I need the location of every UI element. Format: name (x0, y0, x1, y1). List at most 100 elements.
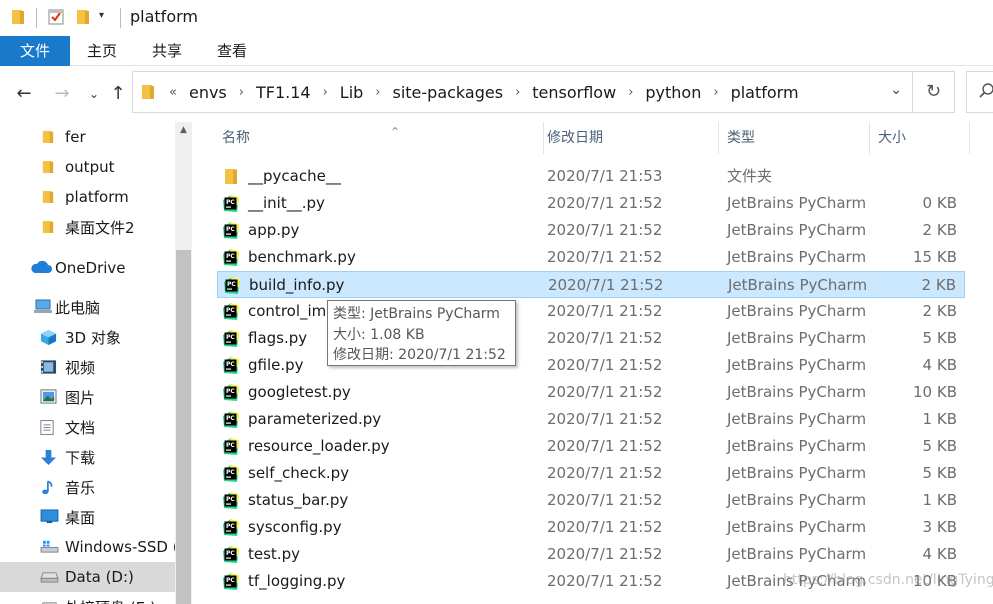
sidebar-item-label: 3D 对象 (65, 328, 121, 347)
file-size: 5 KB (922, 329, 957, 347)
table-row[interactable]: PC resource_loader.py 2020/7/1 21:52 JetBra… (217, 433, 965, 460)
file-name: __pycache__ (248, 167, 341, 185)
sidebar-item[interactable]: Data (D:) (0, 562, 175, 592)
sidebar-item[interactable]: 视频 (0, 352, 175, 382)
sidebar-item[interactable]: OneDrive (0, 253, 175, 283)
sidebar-item[interactable]: 此电脑 (0, 292, 175, 322)
sidebar-item-label: 音乐 (65, 478, 96, 497)
table-row[interactable]: PC app.py 2020/7/1 21:52 JetBrains PyCharm 2… (217, 217, 965, 244)
table-row[interactable]: PC build_info.py 2020/7/1 21:52 JetBrains P… (217, 271, 965, 298)
svg-text:PC: PC (226, 550, 235, 557)
file-name: app.py (248, 221, 300, 239)
table-row[interactable]: PC status_bar.py 2020/7/1 21:52 JetBrains P… (217, 487, 965, 514)
search-input[interactable] (966, 71, 993, 113)
sidebar-item[interactable]: 下载 (0, 442, 175, 472)
pycharm-file-icon: PC (221, 194, 240, 213)
svg-text:PC: PC (226, 523, 235, 530)
back-arrow-icon[interactable]: ← (12, 82, 36, 106)
sidebar-item-label: Data (D:) (65, 568, 134, 586)
refresh-button[interactable]: ↻ (913, 71, 955, 113)
sidebar-item[interactable]: 文档 (0, 412, 175, 442)
pycharm-file-icon: PC (221, 221, 240, 240)
column-header-date[interactable]: 修改日期 (539, 122, 719, 154)
address-bar[interactable]: « envs › TF1.14 › Lib › site-packages › … (132, 71, 913, 113)
folder-icon (141, 84, 155, 100)
column-header-size[interactable]: 大小 (870, 122, 970, 154)
file-type: JetBrains PyCharm (727, 356, 867, 374)
file-list: 名称 ⌃ 修改日期 类型 大小 __pycache__ 2020/7/1 21:5… (196, 122, 993, 604)
table-row[interactable]: PC self_check.py 2020/7/1 21:52 JetBrains P… (217, 460, 965, 487)
breadcrumb-item[interactable]: site-packages (387, 83, 510, 102)
ribbon-tabs: 文件 主页 共享 查看 (0, 36, 993, 66)
file-name: parameterized.py (248, 410, 382, 428)
breadcrumb-item[interactable]: tensorflow (526, 83, 622, 102)
address-history-chevron-icon[interactable]: ⌄ (890, 82, 902, 98)
sidebar-item[interactable]: 图片 (0, 382, 175, 412)
breadcrumb-item[interactable]: platform (725, 83, 805, 102)
breadcrumb: « envs › TF1.14 › Lib › site-packages › … (163, 72, 805, 112)
file-modified-date: 2020/7/1 21:52 (547, 410, 663, 428)
file-size: 5 KB (922, 437, 957, 455)
folder-icon (42, 159, 60, 175)
forward-arrow-icon[interactable]: → (50, 82, 74, 106)
sidebar-item[interactable]: 桌面文件2 (0, 212, 175, 242)
sidebar-item[interactable]: 音乐 (0, 472, 175, 502)
breadcrumb-chevron-icon[interactable]: › (622, 85, 639, 100)
sidebar-item-label: 桌面文件2 (65, 218, 135, 237)
tab-file[interactable]: 文件 (0, 36, 70, 66)
breadcrumb-chevron-icon[interactable]: › (233, 85, 250, 100)
column-header-name[interactable]: 名称 ⌃ (214, 122, 544, 154)
table-row[interactable]: PC __init__.py 2020/7/1 21:52 JetBrains PyC… (217, 190, 965, 217)
tab-share[interactable]: 共享 (134, 36, 200, 66)
sidebar-item[interactable]: fer (0, 122, 175, 152)
sidebar-item[interactable]: 外接硬盘 (E:) (0, 592, 175, 604)
table-row[interactable]: __pycache__ 2020/7/1 21:53 文件夹 (217, 163, 965, 190)
drive-icon (40, 599, 58, 604)
sidebar-item-label: OneDrive (55, 259, 126, 277)
breadcrumb-item[interactable]: envs (183, 83, 233, 102)
table-row[interactable]: PC test.py 2020/7/1 21:52 JetBrains PyCharm… (217, 541, 965, 568)
column-header-type[interactable]: 类型 (719, 122, 870, 154)
sidebar-item[interactable]: platform (0, 182, 175, 212)
sidebar-item[interactable]: output (0, 152, 175, 182)
tab-home[interactable]: 主页 (70, 36, 134, 66)
file-name: control_im (248, 302, 327, 320)
customize-toolbar-dropdown-icon[interactable]: ▾ (99, 10, 104, 21)
watermark: https://blog.csdn.net/lingTying (783, 572, 993, 588)
breadcrumb-chevron-icon[interactable]: › (369, 85, 386, 100)
breadcrumb-item[interactable]: python (639, 83, 707, 102)
file-modified-date: 2020/7/1 21:52 (547, 383, 663, 401)
table-row[interactable]: PC googletest.py 2020/7/1 21:52 JetBrains P… (217, 379, 965, 406)
table-row[interactable]: PC sysconfig.py 2020/7/1 21:52 JetBrains Py… (217, 514, 965, 541)
breadcrumb-item[interactable]: Lib (334, 83, 370, 102)
file-name: __init__.py (248, 194, 325, 212)
breadcrumb-overflow[interactable]: « (163, 85, 183, 100)
file-name: build_info.py (249, 276, 345, 294)
breadcrumb-chevron-icon[interactable]: › (509, 85, 526, 100)
svg-text:PC: PC (226, 226, 235, 233)
table-row[interactable]: PC benchmark.py 2020/7/1 21:52 JetBrains Py… (217, 244, 965, 271)
sidebar-item[interactable]: Windows-SSD ( (0, 532, 179, 562)
tab-view[interactable]: 查看 (200, 36, 264, 66)
file-size: 15 KB (913, 248, 957, 266)
recent-locations-chevron-icon[interactable]: ⌄ (82, 82, 106, 106)
properties-icon[interactable] (47, 8, 65, 26)
sidebar-item[interactable]: 桌面 (0, 502, 175, 532)
sidebar-item-label: output (65, 158, 115, 176)
new-folder-icon[interactable] (76, 9, 90, 25)
scrollbar-thumb[interactable] (176, 250, 191, 604)
breadcrumb-item[interactable]: TF1.14 (250, 83, 317, 102)
download-icon (40, 449, 58, 466)
table-row[interactable]: PC parameterized.py 2020/7/1 21:52 JetBrain… (217, 406, 965, 433)
sidebar-item[interactable]: 3D 对象 (0, 322, 175, 352)
svg-text:PC: PC (226, 361, 235, 368)
breadcrumb-chevron-icon[interactable]: › (317, 85, 334, 100)
file-modified-date: 2020/7/1 21:52 (547, 221, 663, 239)
pycharm-file-icon: PC (221, 545, 240, 564)
file-size: 2 KB (921, 276, 956, 294)
scroll-up-arrow-icon[interactable]: ▲ (175, 122, 192, 139)
file-modified-date: 2020/7/1 21:52 (547, 491, 663, 509)
breadcrumb-chevron-icon[interactable]: › (707, 85, 724, 100)
pycharm-file-icon: PC (222, 276, 241, 295)
up-arrow-icon[interactable]: ↑ (106, 82, 130, 106)
